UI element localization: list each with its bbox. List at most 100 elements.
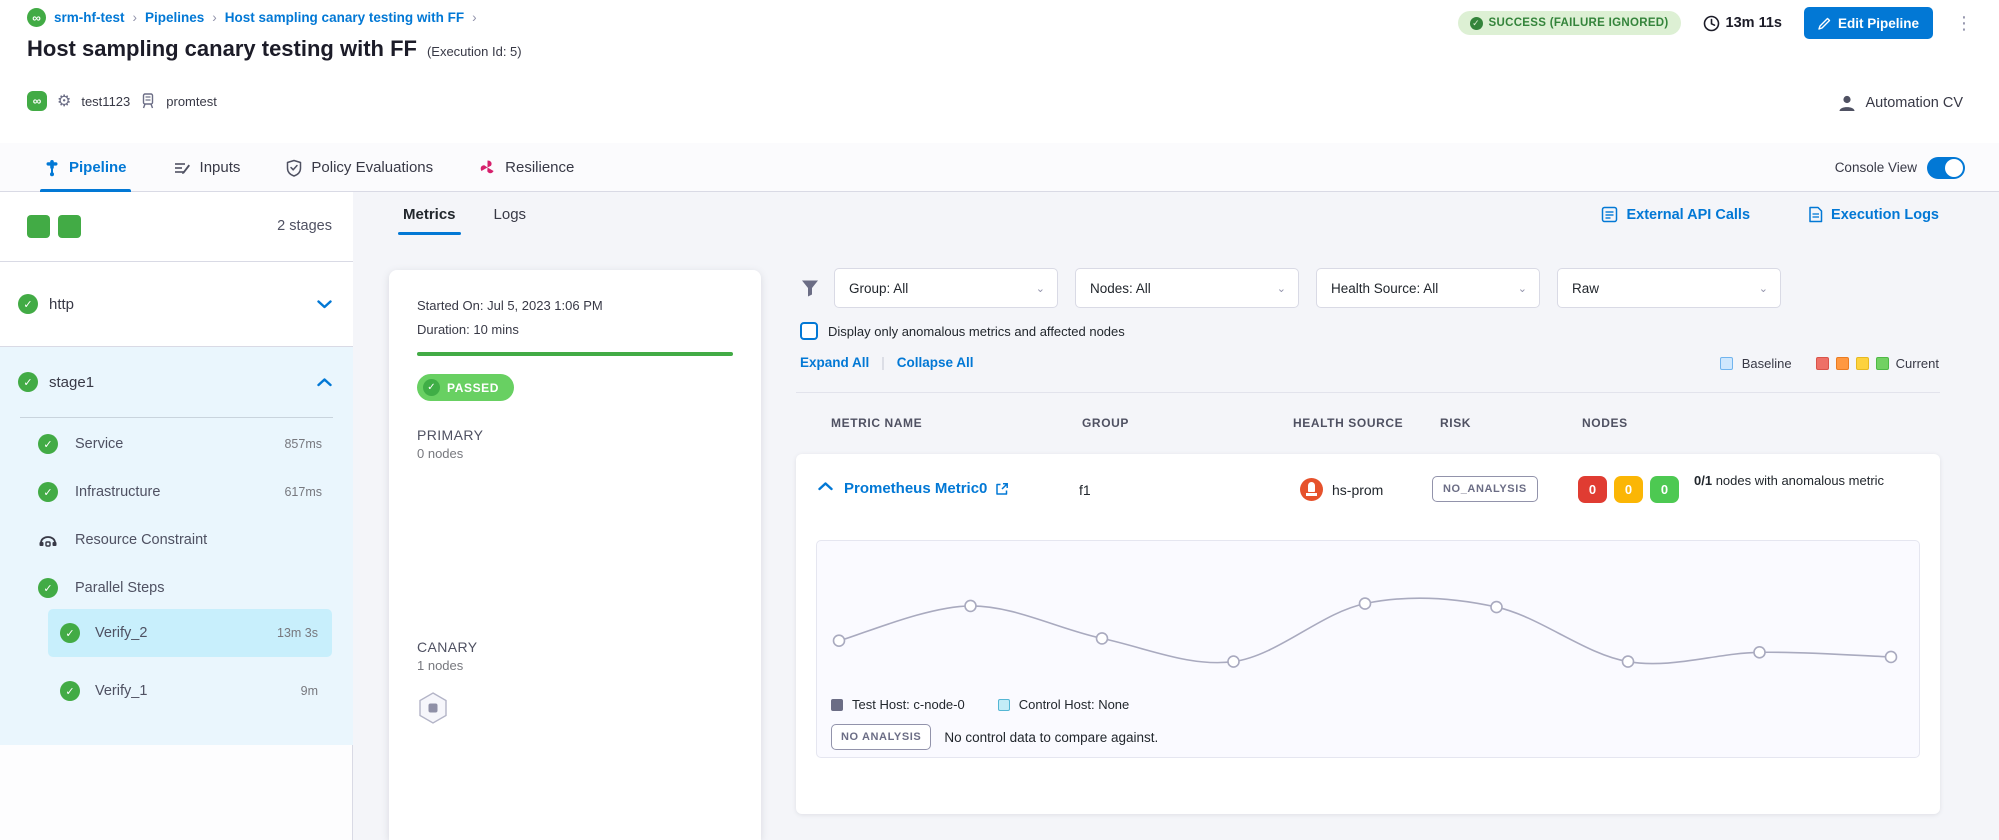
tab-inputs[interactable]: Inputs <box>173 143 241 192</box>
sidebar-step-service[interactable]: ✓ Service 857ms <box>0 426 353 462</box>
tab-policy-evaluations[interactable]: Policy Evaluations <box>286 143 433 192</box>
control-host-swatch <box>998 699 1010 711</box>
sidebar-step-infrastructure[interactable]: ✓ Infrastructure 617ms <box>0 474 353 510</box>
success-check-icon: ✓ <box>60 681 80 701</box>
current-yellow-swatch <box>1856 357 1869 370</box>
check-icon: ✓ <box>423 379 440 396</box>
content-area: 2 stages ✓ http ✓ stage1 <box>0 192 1999 840</box>
sidebar-item-stage1[interactable]: ✓ stage1 <box>0 347 353 417</box>
breadcrumb-pipeline-name[interactable]: Host sampling canary testing with FF <box>225 10 464 25</box>
environment-icon: ⚙ <box>57 91 71 111</box>
infrastructure-tag: promtest <box>166 94 217 109</box>
breadcrumb-separator: › <box>472 10 477 25</box>
health-source-name: hs-prom <box>1332 482 1383 498</box>
tab-metrics[interactable]: Metrics <box>403 206 456 235</box>
sidebar-item-http[interactable]: ✓ http <box>0 262 353 347</box>
column-header-risk: RISK <box>1440 416 1471 430</box>
primary-nodes: 0 nodes <box>417 446 733 461</box>
user-avatar-icon <box>1837 93 1857 113</box>
success-check-icon: ✓ <box>18 294 38 314</box>
metric-name-link[interactable]: Prometheus Metric0 <box>844 480 987 497</box>
sidebar-step-parallel-steps[interactable]: ✓ Parallel Steps <box>0 570 353 606</box>
started-on: Started On: Jul 5, 2023 1:06 PM <box>417 294 733 318</box>
red-count-badge: 0 <box>1578 476 1607 503</box>
filter-funnel-icon[interactable] <box>800 278 820 298</box>
risk-badge: NO_ANALYSIS <box>1432 476 1538 502</box>
execution-logs-link[interactable]: Execution Logs <box>1808 206 1939 223</box>
primary-label: PRIMARY <box>417 427 733 443</box>
sidebar-step-resource-constraint[interactable]: Resource Constraint <box>0 522 353 558</box>
breadcrumb-separator: › <box>133 10 138 25</box>
current-green-swatch <box>1876 357 1889 370</box>
external-link-icon[interactable] <box>995 482 1009 496</box>
more-options-icon[interactable]: ⋮ <box>1955 20 1969 26</box>
infrastructure-icon <box>140 92 156 110</box>
success-check-icon: ✓ <box>38 434 58 454</box>
breadcrumb-pipelines[interactable]: Pipelines <box>145 10 204 25</box>
current-red-swatch <box>1816 357 1829 370</box>
stage1-section: ✓ stage1 ✓ Service 857ms ✓ Infrastructur… <box>0 347 353 745</box>
edit-pipeline-button[interactable]: Edit Pipeline <box>1804 7 1933 39</box>
step-duration: 617ms <box>284 485 322 499</box>
chart-color-legend: Baseline Current <box>1720 356 1939 371</box>
console-view-toggle[interactable] <box>1927 157 1965 179</box>
breadcrumb-project[interactable]: srm-hf-test <box>54 10 125 25</box>
test-host-label: Test Host: c-node-0 <box>852 697 965 712</box>
anomalous-nodes-summary: 0/1 nodes with anomalous metric <box>1694 472 1944 490</box>
console-view-label: Console View <box>1835 160 1917 175</box>
health-source-filter-dropdown[interactable]: Health Source: All⌄ <box>1316 268 1540 308</box>
stage-count: 2 stages <box>277 218 332 234</box>
baseline-label: Baseline <box>1742 356 1792 371</box>
main-tabbar: Pipeline Inputs Policy Evaluations <box>0 143 1999 192</box>
canary-label: CANARY <box>417 639 733 655</box>
chevron-down-icon: ⌄ <box>1759 282 1768 295</box>
success-check-icon: ✓ <box>38 578 58 598</box>
group-filter-dropdown[interactable]: Group: All⌄ <box>834 268 1058 308</box>
project-icon: ∞ <box>27 8 46 27</box>
sidebar-step-verify-2[interactable]: ✓ Verify_2 13m 3s <box>48 609 332 657</box>
baseline-swatch <box>1720 357 1733 370</box>
tab-pipeline[interactable]: Pipeline <box>44 143 127 192</box>
metric-row[interactable]: Prometheus Metric0 f1 hs-prom NO_ANALYSI… <box>796 454 1940 526</box>
collapse-chevron-icon[interactable] <box>818 482 833 491</box>
sidebar-step-verify-1[interactable]: ✓ Verify_1 9m <box>48 667 332 715</box>
header: ∞ srm-hf-test › Pipelines › Host samplin… <box>0 0 1999 143</box>
expand-all-link[interactable]: Expand All <box>800 355 869 370</box>
no-analysis-badge: NO ANALYSIS <box>831 724 931 750</box>
chevron-up-icon[interactable] <box>317 378 332 387</box>
metric-group: f1 <box>1079 482 1091 498</box>
breadcrumb-separator: › <box>212 10 217 25</box>
external-api-calls-icon <box>1601 206 1618 223</box>
metric-sparkline[interactable] <box>825 547 1913 697</box>
column-header-health-source: HEALTH SOURCE <box>1293 416 1403 430</box>
tab-logs[interactable]: Logs <box>494 206 527 235</box>
nodes-filter-dropdown[interactable]: Nodes: All⌄ <box>1075 268 1299 308</box>
chevron-down-icon: ⌄ <box>1518 282 1527 295</box>
divider <box>20 417 333 418</box>
metric-row-card: Prometheus Metric0 f1 hs-prom NO_ANALYSI… <box>796 454 1940 814</box>
anomalous-only-checkbox[interactable] <box>800 322 818 340</box>
display-mode-dropdown[interactable]: Raw⌄ <box>1557 268 1781 308</box>
step-duration: 13m 3s <box>277 626 318 640</box>
triggered-by-user: Automation CV <box>1865 95 1963 111</box>
stage-square-icon <box>58 215 81 238</box>
step-duration: 9m <box>301 684 318 698</box>
test-host-swatch <box>831 699 843 711</box>
status-badge: ✓ SUCCESS (FAILURE IGNORED) <box>1458 11 1681 35</box>
current-orange-swatch <box>1836 357 1849 370</box>
resource-constraint-icon <box>38 532 58 548</box>
success-check-icon: ✓ <box>18 372 38 392</box>
metric-chart-card: Test Host: c-node-0 Control Host: None N… <box>816 540 1920 758</box>
passed-badge: ✓ PASSED <box>417 374 514 401</box>
chevron-down-icon[interactable] <box>317 300 332 309</box>
stage-strip: 2 stages <box>0 192 353 262</box>
execution-id: (Execution Id: 5) <box>427 44 522 59</box>
tab-resilience[interactable]: Resilience <box>479 143 574 192</box>
progress-bar <box>417 352 733 356</box>
inputs-icon <box>173 160 191 176</box>
no-analysis-message: No control data to compare against. <box>944 730 1158 745</box>
collapse-all-link[interactable]: Collapse All <box>897 355 974 370</box>
canary-node-hexagon-icon[interactable] <box>417 691 449 725</box>
service-icon: ∞ <box>27 91 47 111</box>
external-api-calls-link[interactable]: External API Calls <box>1601 206 1750 223</box>
